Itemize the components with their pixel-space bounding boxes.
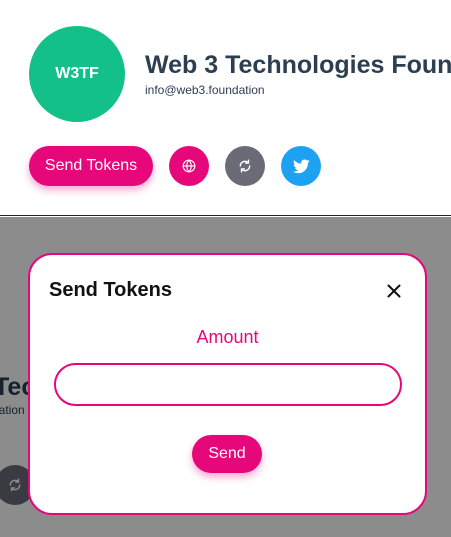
sync-icon xyxy=(239,159,251,173)
send-tokens-modal: Send Tokens Amount Send xyxy=(28,253,427,515)
org-email: info@web3.foundation xyxy=(145,83,265,97)
modal-title: Send Tokens xyxy=(49,279,172,301)
profile-header: W3TF Web 3 Technologies Foundation info@… xyxy=(0,0,451,216)
twitter-icon xyxy=(292,158,310,173)
org-name: Web 3 Technologies Foundation xyxy=(145,51,451,79)
sync-button[interactable] xyxy=(225,146,265,186)
avatar: W3TF xyxy=(29,26,125,122)
twitter-button[interactable] xyxy=(281,146,321,186)
amount-label: Amount xyxy=(196,327,259,347)
globe-icon xyxy=(182,159,196,173)
send-button[interactable]: Send xyxy=(192,435,262,473)
website-button[interactable] xyxy=(169,146,209,186)
amount-input[interactable] xyxy=(54,363,402,406)
close-button[interactable] xyxy=(382,279,406,303)
send-tokens-button[interactable]: Send Tokens xyxy=(29,146,153,186)
close-icon xyxy=(387,284,401,298)
